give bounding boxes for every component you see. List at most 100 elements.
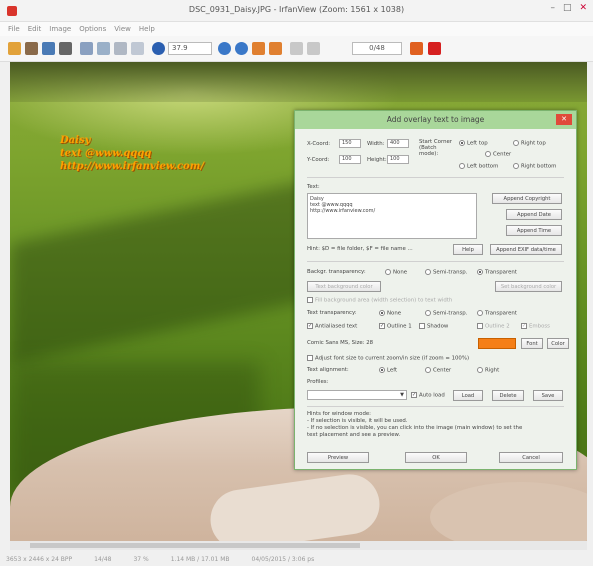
append-time-button[interactable]: Append Time bbox=[506, 225, 562, 236]
append-date-button[interactable]: Append Date bbox=[506, 209, 562, 220]
corner-right-top-radio[interactable] bbox=[513, 140, 519, 146]
align-left-radio[interactable] bbox=[379, 367, 385, 373]
info-icon[interactable] bbox=[152, 42, 165, 55]
help-button[interactable]: Help bbox=[453, 244, 483, 255]
auto-load-checkbox[interactable]: ✓ bbox=[411, 392, 417, 398]
antialiased-option[interactable]: ✓ Antialiased text bbox=[307, 323, 357, 330]
shadow-option[interactable]: Shadow bbox=[419, 323, 448, 330]
set-background-color-button[interactable]: Set background color bbox=[495, 281, 562, 292]
dialog-close-button[interactable]: ✕ bbox=[556, 114, 572, 125]
cut-icon[interactable] bbox=[80, 42, 93, 55]
outline1-checkbox[interactable]: ✓ bbox=[379, 323, 385, 329]
text-semi-radio[interactable] bbox=[425, 310, 431, 316]
maximize-button[interactable]: □ bbox=[563, 3, 572, 13]
settings-icon[interactable] bbox=[307, 42, 320, 55]
corner-right-bottom[interactable]: Right bottom bbox=[513, 163, 556, 170]
bkgd-none-radio[interactable] bbox=[385, 269, 391, 275]
bkgd-transparent-option[interactable]: Transparent bbox=[477, 269, 517, 276]
append-copyright-button[interactable]: Append Copyright bbox=[492, 193, 562, 204]
menu-view[interactable]: View bbox=[114, 25, 131, 33]
outline2-option[interactable]: Outline 2 bbox=[477, 323, 510, 330]
save-icon[interactable] bbox=[42, 42, 55, 55]
copy-icon[interactable] bbox=[97, 42, 110, 55]
image-overlay-text: Daisy text @www.qqqq http://www.irfanvie… bbox=[60, 134, 204, 173]
menu-options[interactable]: Options bbox=[79, 25, 106, 33]
slideshow-icon[interactable] bbox=[290, 42, 303, 55]
paint-icon[interactable] bbox=[410, 42, 423, 55]
corner-center[interactable]: Center bbox=[485, 151, 511, 158]
zoom-in-icon[interactable] bbox=[218, 42, 231, 55]
open-folder-icon[interactable] bbox=[8, 42, 21, 55]
preview-button[interactable]: Preview bbox=[307, 452, 369, 463]
antialiased-checkbox[interactable]: ✓ bbox=[307, 323, 313, 329]
previous-icon[interactable] bbox=[252, 42, 265, 55]
align-left-option[interactable]: Left bbox=[379, 367, 397, 374]
append-exif-button[interactable]: Append EXIF data/time bbox=[490, 244, 562, 255]
corner-left-bottom[interactable]: Left bottom bbox=[459, 163, 498, 170]
menu-file[interactable]: File bbox=[8, 25, 20, 33]
font-button[interactable]: Font bbox=[521, 338, 543, 349]
scrollbar-thumb[interactable] bbox=[30, 543, 360, 548]
text-semi-option[interactable]: Semi-transp. bbox=[425, 310, 467, 317]
align-right-option[interactable]: Right bbox=[477, 367, 499, 374]
cancel-button[interactable]: Cancel bbox=[499, 452, 563, 463]
ycoord-input[interactable]: 100 bbox=[339, 155, 361, 164]
adjust-font-checkbox[interactable] bbox=[307, 355, 313, 361]
align-center-option[interactable]: Center bbox=[425, 367, 451, 374]
text-transparent-option[interactable]: Transparent bbox=[477, 310, 517, 317]
auto-load-option[interactable]: ✓ Auto load bbox=[411, 392, 445, 399]
load-button[interactable]: Load bbox=[453, 390, 483, 401]
irfanview-cat-icon[interactable] bbox=[428, 42, 441, 55]
bkgd-transparent-radio[interactable] bbox=[477, 269, 483, 275]
corner-right-top[interactable]: Right top bbox=[513, 140, 546, 147]
fill-background-checkbox[interactable] bbox=[307, 297, 313, 303]
save-button[interactable]: Save bbox=[533, 390, 563, 401]
emboss-option[interactable]: ✓ Emboss bbox=[521, 323, 550, 330]
menu-bar: File Edit Image Options View Help bbox=[0, 22, 593, 36]
align-right-radio[interactable] bbox=[477, 367, 483, 373]
emboss-checkbox[interactable]: ✓ bbox=[521, 323, 527, 329]
bkgd-semi-option[interactable]: Semi-transp. bbox=[425, 269, 467, 276]
bkgd-none-label: None bbox=[393, 269, 408, 276]
outline1-option[interactable]: ✓ Outline 1 bbox=[379, 323, 412, 330]
window-titlebar: DSC_0931_Daisy.JPG - IrfanView (Zoom: 15… bbox=[0, 0, 593, 22]
minimize-button[interactable]: – bbox=[550, 3, 555, 13]
page-counter[interactable]: 0/48 bbox=[352, 42, 402, 55]
align-center-radio[interactable] bbox=[425, 367, 431, 373]
bkgd-none-option[interactable]: None bbox=[385, 269, 407, 276]
xcoord-input[interactable]: 150 bbox=[339, 139, 361, 148]
next-icon[interactable] bbox=[269, 42, 282, 55]
text-none-radio[interactable] bbox=[379, 310, 385, 316]
zoom-select[interactable]: 37.9 bbox=[168, 42, 212, 55]
height-input[interactable]: 100 bbox=[387, 155, 409, 164]
corner-center-radio[interactable] bbox=[485, 151, 491, 157]
overlay-text-input[interactable]: Daisy text @www.qqqq http://www.irfanvie… bbox=[307, 193, 477, 239]
corner-left-top-radio[interactable] bbox=[459, 140, 465, 146]
horizontal-scrollbar[interactable] bbox=[10, 541, 587, 550]
menu-image[interactable]: Image bbox=[49, 25, 71, 33]
profiles-select[interactable]: ▼ bbox=[307, 390, 407, 400]
text-background-color-button[interactable]: Text background color bbox=[307, 281, 381, 292]
print-icon[interactable] bbox=[59, 42, 72, 55]
shadow-checkbox[interactable] bbox=[419, 323, 425, 329]
paste-icon[interactable] bbox=[114, 42, 127, 55]
close-button[interactable]: ✕ bbox=[579, 3, 587, 13]
adjust-font-option[interactable]: Adjust font size to current zoom/in size… bbox=[307, 355, 469, 362]
delete-button[interactable]: Delete bbox=[492, 390, 524, 401]
color-button[interactable]: Color bbox=[547, 338, 569, 349]
undo-icon[interactable] bbox=[131, 42, 144, 55]
text-transparent-radio[interactable] bbox=[477, 310, 483, 316]
thumbnails-icon[interactable] bbox=[25, 42, 38, 55]
bkgd-semi-radio[interactable] bbox=[425, 269, 431, 275]
ok-button[interactable]: OK bbox=[405, 452, 467, 463]
corner-left-top[interactable]: Left top bbox=[459, 140, 488, 147]
outline2-checkbox[interactable] bbox=[477, 323, 483, 329]
corner-right-bottom-radio[interactable] bbox=[513, 163, 519, 169]
menu-help[interactable]: Help bbox=[139, 25, 155, 33]
zoom-out-icon[interactable] bbox=[235, 42, 248, 55]
menu-edit[interactable]: Edit bbox=[28, 25, 42, 33]
corner-left-bottom-radio[interactable] bbox=[459, 163, 465, 169]
text-none-option[interactable]: None bbox=[379, 310, 401, 317]
fill-background-option[interactable]: Fill background area (width selection) t… bbox=[307, 297, 452, 304]
width-input[interactable]: 400 bbox=[387, 139, 409, 148]
